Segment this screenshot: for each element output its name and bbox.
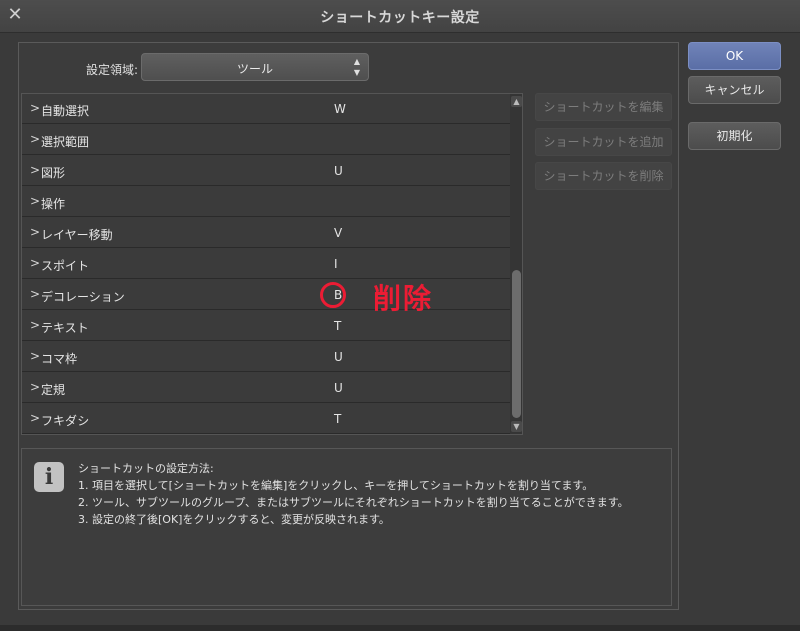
list-item[interactable]: > 選択範囲: [22, 125, 510, 155]
help-line-3: 3. 設定の終了後[OK]をクリックすると、変更が反映されます。: [78, 513, 390, 526]
edit-shortcut-button[interactable]: ショートカットを編集: [535, 93, 672, 121]
chevron-right-icon[interactable]: >: [30, 287, 40, 301]
dialog-title: ショートカットキー設定: [320, 10, 480, 26]
list-item[interactable]: > コマ枠 U: [22, 342, 510, 372]
setting-area-select[interactable]: ツール ▲ ▼: [141, 53, 369, 81]
list-item[interactable]: > 図形 U: [22, 156, 510, 186]
add-shortcut-button[interactable]: ショートカットを追加: [535, 128, 672, 156]
list-item-name: 図形: [41, 166, 66, 180]
info-icon: i: [34, 462, 64, 492]
list-item-name: テキスト: [41, 321, 89, 335]
list-item-name: フキダシ: [41, 414, 90, 428]
chevron-right-icon[interactable]: >: [30, 101, 40, 115]
help-box: i ショートカットの設定方法: 1. 項目を選択して[ショートカットを編集]をク…: [21, 448, 672, 606]
list-item-key: U: [334, 350, 343, 364]
list-item-key: U: [334, 381, 343, 395]
annotation-circle: [320, 282, 346, 308]
setting-area-label: 設定領域:: [86, 63, 139, 77]
annotation-text: 削除: [373, 282, 434, 315]
list-item-name: デコレーション: [41, 290, 125, 304]
chevron-right-icon[interactable]: >: [30, 349, 40, 363]
chevron-right-icon[interactable]: >: [30, 256, 40, 270]
list-item-key: T: [334, 319, 342, 333]
scroll-down-icon[interactable]: ▼: [511, 421, 522, 432]
list-item-name: 定規: [41, 383, 66, 397]
list-scrollbar[interactable]: ▲ ▼: [510, 94, 522, 434]
list-item-key: V: [334, 226, 343, 240]
list-item-name: レイヤー移動: [41, 228, 113, 242]
help-line-2: 2. ツール、サブツールのグループ、またはサブツールにそれぞれショートカットを割…: [78, 496, 629, 509]
list-item-name: 選択範囲: [41, 135, 90, 149]
list-item-key: I: [334, 257, 338, 271]
help-line-1: 1. 項目を選択して[ショートカットを編集]をクリックし、キーを押してショートカ…: [78, 479, 594, 492]
chevron-right-icon[interactable]: >: [30, 318, 40, 332]
list-item-name: コマ枠: [41, 352, 78, 366]
chevron-right-icon[interactable]: >: [30, 163, 40, 177]
window-bottom-edge: [0, 625, 800, 631]
list-item-name: スポイト: [41, 259, 90, 273]
list-item[interactable]: > テキスト T: [22, 311, 510, 341]
chevron-right-icon[interactable]: >: [30, 194, 40, 208]
list-item-key: U: [334, 164, 343, 178]
list-item[interactable]: > 操作: [22, 187, 510, 217]
list-item-name: 操作: [41, 197, 66, 211]
help-text: ショートカットの設定方法: 1. 項目を選択して[ショートカットを編集]をクリッ…: [78, 460, 663, 528]
delete-shortcut-button[interactable]: ショートカットを削除: [535, 162, 672, 190]
chevron-right-icon[interactable]: >: [30, 132, 40, 146]
select-arrows-icon: ▲ ▼: [353, 57, 361, 77]
scrollbar-thumb[interactable]: [512, 270, 521, 418]
list-item[interactable]: > レイヤー移動 V: [22, 218, 510, 248]
scroll-up-icon[interactable]: ▲: [511, 96, 522, 107]
ok-button[interactable]: OK: [688, 42, 781, 70]
help-title: ショートカットの設定方法:: [78, 462, 214, 475]
list-item[interactable]: > フキダシ T: [22, 404, 510, 434]
chevron-right-icon[interactable]: >: [30, 225, 40, 239]
list-item[interactable]: > デコレーション B: [22, 280, 510, 310]
chevron-right-icon[interactable]: >: [30, 380, 40, 394]
title-bar: ✕ ショートカットキー設定: [0, 0, 800, 33]
list-item-key: T: [334, 412, 342, 426]
list-item[interactable]: > 定規 U: [22, 373, 510, 403]
shortcut-list[interactable]: > 自動選択 W > 選択範囲 > 図形 U > 操作 > レイヤー移動 V >…: [21, 93, 523, 435]
reset-button[interactable]: 初期化: [688, 122, 781, 150]
list-item[interactable]: > 自動選択 W: [22, 94, 510, 124]
setting-area-value: ツール: [236, 62, 273, 76]
list-item-name: 自動選択: [41, 104, 90, 118]
list-item-key: W: [334, 102, 346, 116]
list-item[interactable]: > スポイト I: [22, 249, 510, 279]
cancel-button[interactable]: キャンセル: [688, 76, 781, 104]
chevron-right-icon[interactable]: >: [30, 411, 40, 425]
